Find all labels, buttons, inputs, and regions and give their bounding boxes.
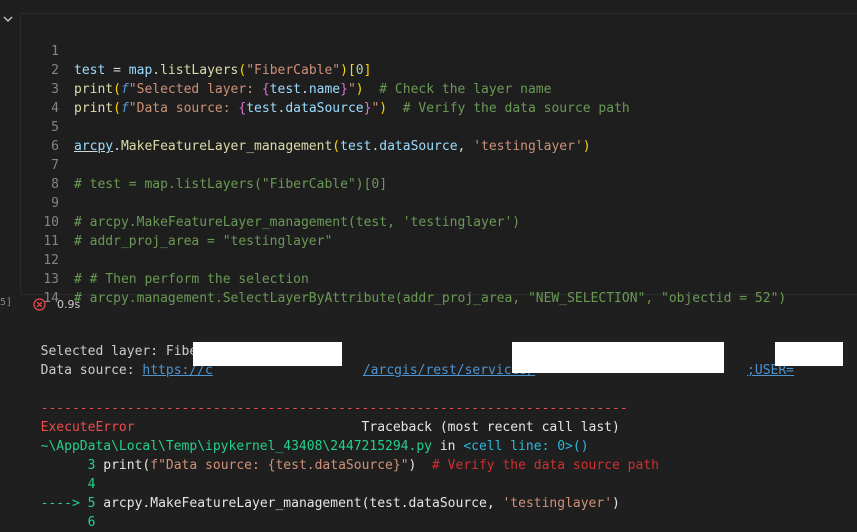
- token: print: [74, 101, 114, 116]
- redaction-box: [775, 342, 843, 366]
- code-line-1: 1 test = map.listLayers("FiberCable")[0]: [21, 23, 371, 78]
- token: listLayers: [160, 63, 239, 78]
- token: "FiberCable": [246, 63, 341, 78]
- token: MakeFeatureLayer_management(test: [150, 496, 401, 511]
- token: ,: [486, 496, 495, 511]
- code-comment: # Verify the data source path: [416, 458, 659, 473]
- token: .: [152, 63, 161, 78]
- token: "Selected layer:: [128, 82, 262, 97]
- traceback-line-3: 3 print(f"Data source: {test.dataSource}…: [25, 437, 659, 473]
- token: 0: [355, 63, 364, 78]
- token: arcpy: [95, 496, 143, 511]
- token: {: [261, 82, 270, 97]
- token: print(: [95, 458, 151, 473]
- token: 'testinglayer': [473, 139, 583, 154]
- token: f: [120, 82, 129, 97]
- code-line-14: 14: [21, 270, 59, 306]
- traceback-location: ~\AppData\Local\Temp\ipykernel_43408\244…: [25, 418, 589, 454]
- token: (: [113, 101, 121, 116]
- code-comment: # test = map.listLayers("FiberCable")[0]: [74, 177, 388, 192]
- code-comment: # Verify the data source path: [387, 101, 630, 116]
- execution-count: 5]: [0, 297, 13, 308]
- code-comment: # arcpy.MakeFeatureLayer_management(test…: [74, 215, 521, 230]
- token: MakeFeatureLayer_management: [120, 139, 333, 154]
- token: (: [113, 82, 121, 97]
- token: f"Data source: {test.dataSource}": [150, 458, 409, 473]
- token: ): [582, 139, 591, 154]
- token: ): [612, 496, 620, 511]
- code-line-2: 2 print(f"Selected layer: {test.name}") …: [21, 42, 551, 97]
- code-line-7: 7 # test = map.listLayers("FiberCable")[…: [21, 137, 387, 192]
- token: arcpy: [74, 139, 114, 154]
- token: ": [347, 82, 356, 97]
- token: =: [105, 63, 129, 78]
- token: name: [308, 82, 341, 97]
- code-line-9: 9 # arcpy.MakeFeatureLayer_management(te…: [21, 175, 520, 230]
- code-line-5: 5 arcpy.MakeFeatureLayer_management(test…: [21, 99, 590, 154]
- token: (: [332, 139, 341, 154]
- token: print: [74, 82, 114, 97]
- code-comment: # # Then perform the selection: [74, 272, 309, 287]
- token: ): [340, 63, 348, 78]
- token: f: [120, 101, 129, 116]
- token: map: [128, 63, 153, 78]
- code-comment: # addr_proj_area = "testinglayer": [74, 234, 333, 249]
- token: ,: [457, 139, 474, 154]
- token: dataSource: [408, 496, 487, 511]
- code-line-3: 3 print(f"Data source: {test.dataSource}…: [21, 61, 630, 116]
- traceback-line-4: 4: [25, 456, 96, 492]
- execution-time: 0.9s: [57, 297, 81, 311]
- code-line-10: 10 # addr_proj_area = "testinglayer": [21, 194, 332, 249]
- code-line-11: 11: [21, 213, 59, 249]
- code-line-12: 12 # # Then perform the selection: [21, 232, 308, 287]
- code-cell-editor[interactable]: 1 test = map.listLayers("FiberCable")[0]…: [20, 13, 857, 306]
- token: 'testinglayer': [494, 496, 613, 511]
- code-line-8: 8: [21, 156, 59, 192]
- token: ]: [363, 63, 372, 78]
- code-line-13: 13 # arcpy.management.SelectLayerByAttri…: [21, 251, 786, 306]
- traceback-line-6: 6: [25, 494, 96, 530]
- token: dataSource: [379, 139, 458, 154]
- output-line-layer: Selected layer: FiberCable: [25, 323, 245, 359]
- token: test: [340, 139, 372, 154]
- execution-status: 0.9s: [33, 296, 80, 312]
- token: dataSource: [285, 101, 364, 116]
- token: ): [379, 101, 388, 116]
- token: .: [400, 496, 409, 511]
- output-label: Data source:: [40, 363, 143, 378]
- redaction-box: [512, 342, 724, 373]
- redaction-box: [193, 342, 342, 366]
- token: }: [340, 82, 348, 97]
- error-circle-icon: [33, 297, 46, 311]
- traceback-line-number: 6: [40, 515, 96, 530]
- token: [: [347, 63, 356, 78]
- token: test: [269, 82, 301, 97]
- token: test: [74, 63, 106, 78]
- code-line-4: 4: [21, 80, 59, 116]
- code-line-6: 6: [21, 118, 59, 154]
- chevron-down-icon[interactable]: [2, 14, 14, 24]
- traceback-header: ExecuteError Traceback (most recent call…: [25, 399, 620, 435]
- token: test: [246, 101, 278, 116]
- traceback-separator: ----------------------------------------…: [25, 380, 628, 416]
- traceback-line-5: ----> 5 arcpy.MakeFeatureLayer_managemen…: [25, 475, 620, 511]
- code-comment: # Check the layer name: [363, 82, 552, 97]
- token: .: [301, 82, 309, 97]
- token: "Data source:: [128, 101, 239, 116]
- token: ): [355, 82, 364, 97]
- token: .: [113, 139, 121, 154]
- code-comment: # arcpy.management.SelectLayerByAttribut…: [74, 291, 787, 306]
